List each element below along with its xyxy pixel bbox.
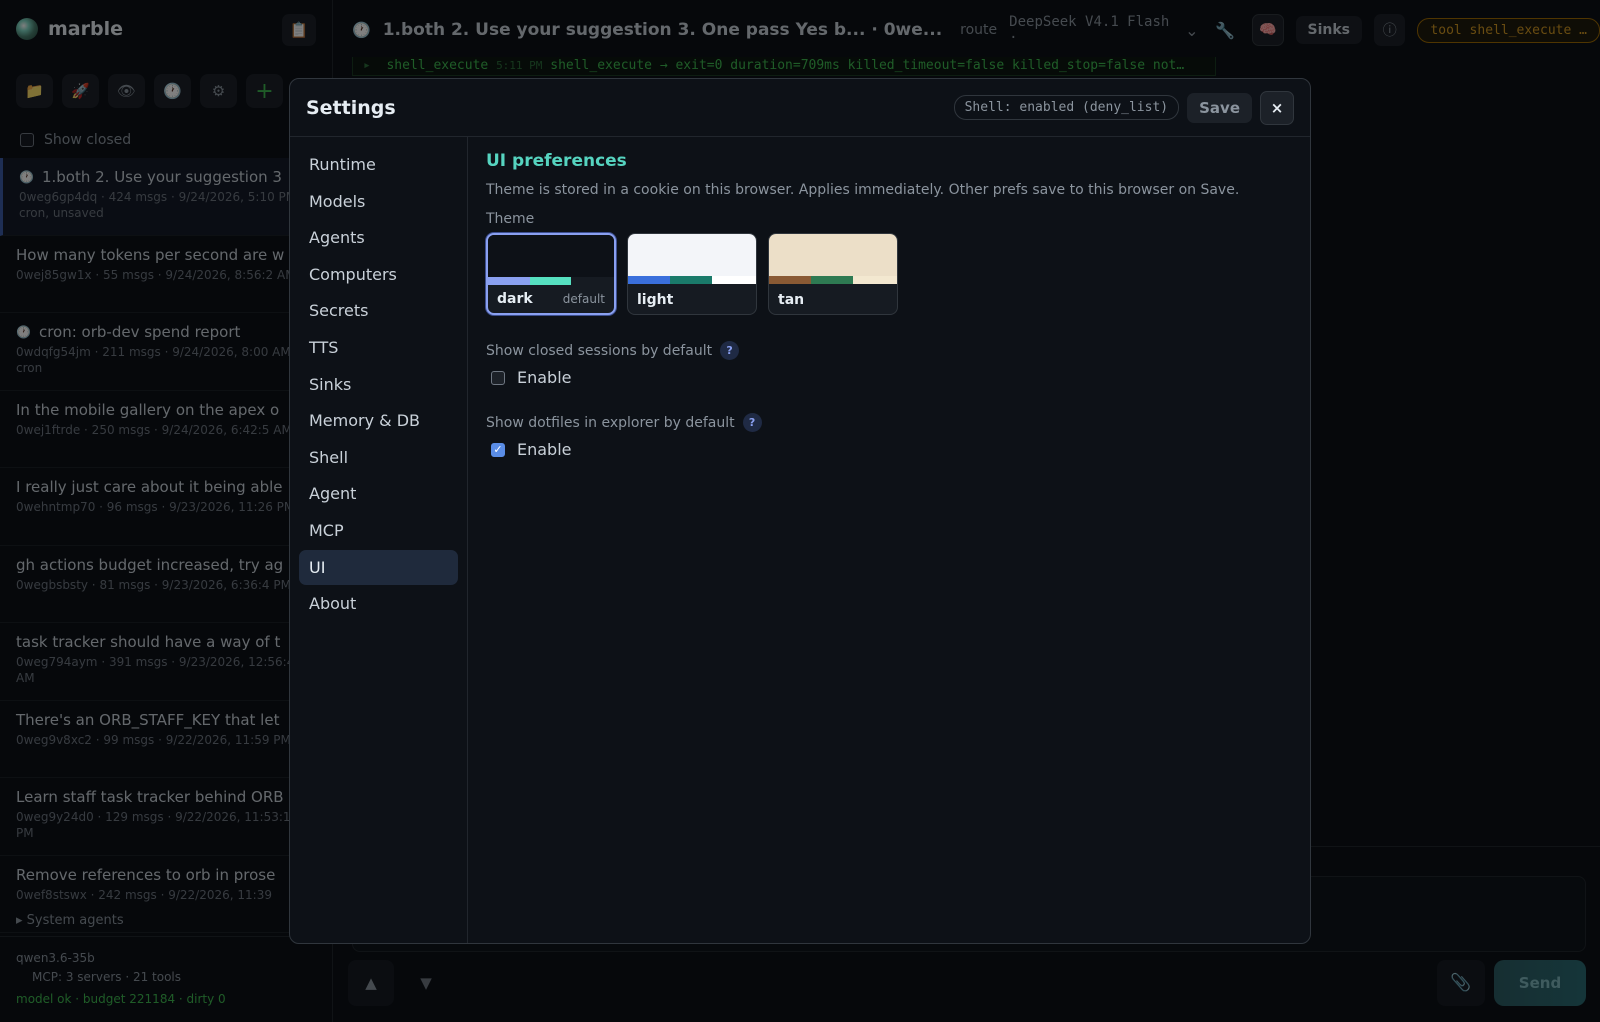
theme-swatch: [712, 276, 756, 284]
option-label-text: Show closed sessions by default: [486, 342, 713, 359]
enable-label: Enable: [517, 440, 572, 459]
nav-item-agent[interactable]: Agent: [299, 476, 458, 511]
theme-preview: [628, 234, 756, 276]
nav-item-agents[interactable]: Agents: [299, 220, 458, 255]
theme-label: Theme: [486, 211, 535, 227]
nav-item-mcp[interactable]: MCP: [299, 513, 458, 548]
close-button[interactable]: ×: [1260, 90, 1294, 125]
theme-option-light[interactable]: light: [627, 233, 757, 315]
settings-title: Settings: [306, 96, 396, 119]
nav-item-secrets[interactable]: Secrets: [299, 293, 458, 328]
help-icon[interactable]: ?: [720, 341, 740, 360]
enable-toggle[interactable]: Enable: [491, 368, 1294, 387]
nav-item-sinks[interactable]: Sinks: [299, 367, 458, 402]
settings-content: UI preferences Theme is stored in a cook…: [468, 137, 1310, 943]
section-description: Theme is stored in a cookie on this brow…: [486, 182, 1240, 198]
nav-item-runtime[interactable]: Runtime: [299, 147, 458, 182]
option-label: Show closed sessions by default?: [486, 341, 1294, 360]
theme-preview: [488, 235, 614, 277]
settings-header: Settings Shell: enabled (deny_list) Save…: [290, 79, 1310, 137]
shell-status-badge: Shell: enabled (deny_list): [953, 95, 1180, 120]
nav-item-models[interactable]: Models: [299, 184, 458, 219]
theme-swatch: [769, 276, 812, 284]
theme-swatch: [571, 277, 614, 285]
theme-swatch: [853, 276, 897, 284]
theme-swatch: [488, 277, 530, 285]
enable-toggle[interactable]: ✓ Enable: [491, 440, 1294, 459]
help-icon[interactable]: ?: [742, 413, 762, 432]
preference-options: Show closed sessions by default? Enable Sh…: [486, 341, 1294, 459]
theme-swatch: [529, 277, 572, 285]
option-label: Show dotfiles in explorer by default?: [486, 413, 1294, 432]
section-heading: UI preferences: [486, 151, 627, 171]
close-icon: ×: [1270, 98, 1284, 117]
save-button[interactable]: Save: [1187, 92, 1252, 123]
theme-name: light: [637, 292, 674, 308]
nav-item-computers[interactable]: Computers: [299, 257, 458, 292]
nav-item-shell[interactable]: Shell: [299, 440, 458, 475]
theme-option-tan[interactable]: tan: [768, 233, 898, 315]
theme-swatch: [670, 276, 713, 284]
option-label-text: Show dotfiles in explorer by default: [486, 414, 735, 431]
theme-default-badge: default: [562, 292, 605, 306]
theme-name: dark: [497, 291, 533, 307]
nav-item-ui[interactable]: UI: [299, 549, 458, 585]
theme-option-dark[interactable]: dark default: [486, 233, 616, 315]
theme-picker: dark default light tan: [486, 233, 1294, 315]
enable-label: Enable: [517, 368, 572, 387]
theme-color-stripe: [488, 277, 614, 285]
theme-name: tan: [778, 292, 805, 308]
theme-color-stripe: [769, 276, 897, 284]
enable-checkbox[interactable]: ✓: [491, 442, 505, 457]
theme-preview: [769, 234, 897, 276]
nav-item-memory-db[interactable]: Memory & DB: [299, 403, 458, 438]
theme-swatch: [811, 276, 854, 284]
settings-modal: Settings Shell: enabled (deny_list) Save…: [289, 78, 1311, 944]
theme-color-stripe: [628, 276, 756, 284]
nav-item-tts[interactable]: TTS: [299, 330, 458, 365]
settings-nav: Runtime Models Agents Computers Secrets TTS Si…: [290, 137, 468, 943]
theme-swatch: [628, 276, 671, 284]
enable-checkbox[interactable]: [491, 370, 505, 385]
nav-item-about[interactable]: About: [299, 586, 458, 621]
